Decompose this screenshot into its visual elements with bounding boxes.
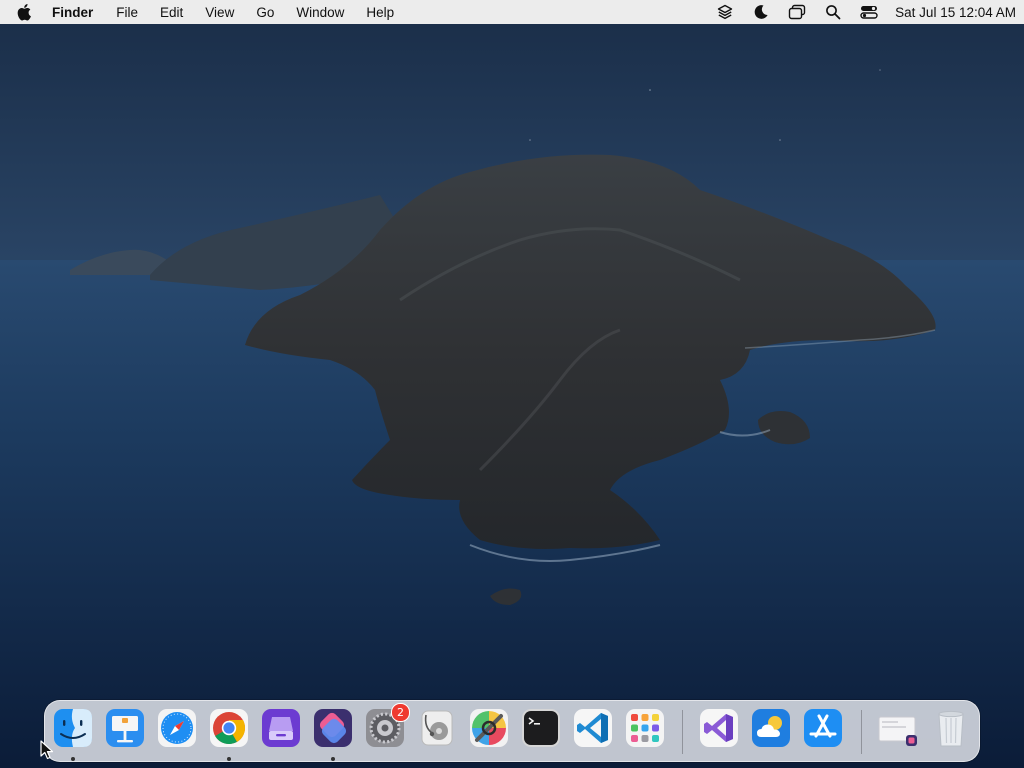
menu-go[interactable]: Go <box>256 5 274 20</box>
dock: 2 <box>44 700 980 762</box>
windows-icon[interactable] <box>787 2 807 22</box>
dock-item-launchpad[interactable] <box>623 707 667 753</box>
launchpad-icon <box>626 709 664 747</box>
app-store-icon <box>804 709 842 747</box>
chrome-icon <box>210 709 248 747</box>
vscode-icon <box>574 709 612 747</box>
weather-icon <box>752 709 790 747</box>
menu-window[interactable]: Window <box>296 5 344 20</box>
dock-item-keynote[interactable] <box>103 707 147 753</box>
dock-item-safari[interactable] <box>155 707 199 753</box>
dock-item-trash[interactable] <box>929 707 973 753</box>
menu-help[interactable]: Help <box>366 5 394 20</box>
dock-item-finder[interactable] <box>51 707 95 761</box>
dock-item-disk-utility[interactable] <box>415 707 459 753</box>
dock-item-terminal[interactable] <box>519 707 563 753</box>
dock-item-archive-utility[interactable] <box>259 707 303 753</box>
moon-icon[interactable] <box>751 2 771 22</box>
desktop-wallpaper <box>0 24 1024 768</box>
safari-icon <box>158 709 196 747</box>
mouse-cursor-icon <box>40 740 54 760</box>
apple-menu-icon[interactable] <box>16 3 34 21</box>
desktop[interactable]: Finder File Edit View Go Window Help Sat… <box>0 0 1024 768</box>
menu-clock[interactable]: Sat Jul 15 12:04 AM <box>895 5 1016 20</box>
dock-item-vscode[interactable] <box>571 707 615 753</box>
trash-icon <box>938 710 964 747</box>
dock-item-app-store[interactable] <box>801 707 845 753</box>
menu-bar: Finder File Edit View Go Window Help Sat… <box>0 0 1024 24</box>
menu-app-name[interactable]: Finder <box>52 5 93 20</box>
terminal-icon <box>522 709 560 747</box>
keynote-icon <box>106 709 144 747</box>
shortcuts-icon <box>314 709 352 747</box>
dock-item-visual-studio[interactable] <box>697 707 741 753</box>
running-indicator <box>331 757 335 761</box>
notification-badge: 2 <box>391 703 410 722</box>
menu-edit[interactable]: Edit <box>160 5 183 20</box>
archive-icon <box>262 709 300 747</box>
dock-item-system-settings[interactable]: 2 <box>363 703 410 753</box>
menu-view[interactable]: View <box>205 5 234 20</box>
colorsync-icon <box>470 709 508 747</box>
disk-utility-icon <box>421 710 453 746</box>
dock-divider <box>682 710 683 754</box>
visual-studio-icon <box>700 709 738 747</box>
dock-item-downloads[interactable] <box>875 707 919 753</box>
dock-item-colorsync[interactable] <box>467 707 511 753</box>
control-center-icon[interactable] <box>859 2 879 22</box>
search-icon[interactable] <box>823 2 843 22</box>
layers-icon[interactable] <box>715 2 735 22</box>
dock-divider <box>861 710 862 754</box>
dock-item-weather[interactable] <box>749 707 793 753</box>
dock-item-shortcuts[interactable] <box>311 707 355 761</box>
menu-file[interactable]: File <box>116 5 138 20</box>
running-indicator <box>227 757 231 761</box>
running-indicator <box>71 757 75 761</box>
finder-icon <box>54 709 92 747</box>
dock-item-chrome[interactable] <box>207 707 251 761</box>
downloads-stack-icon <box>878 716 917 746</box>
